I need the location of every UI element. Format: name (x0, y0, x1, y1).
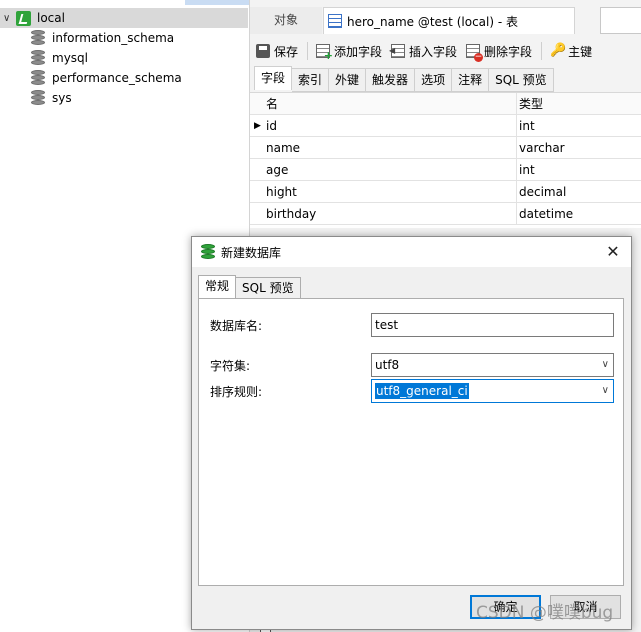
tree-item-database[interactable]: performance_schema (0, 68, 248, 88)
delete-field-button[interactable]: 删除字段 (466, 40, 532, 62)
save-button[interactable]: 保存 (256, 40, 298, 62)
charset-label: 字符集: (210, 359, 251, 373)
add-field-button[interactable]: 添加字段 (316, 40, 382, 62)
dialog-title-bar[interactable]: 新建数据库 ✕ (192, 237, 631, 267)
primary-key-button[interactable]: 🔑 主键 (550, 40, 592, 62)
toolbar-separator (541, 42, 543, 60)
insert-field-icon (389, 44, 406, 58)
chevron-down-icon[interactable]: ∨ (602, 354, 609, 376)
tab-triggers[interactable]: 触发器 (366, 68, 416, 92)
database-icon (31, 50, 45, 66)
charset-value: utf8 (375, 358, 400, 372)
primary-key-label: 主键 (568, 44, 593, 59)
dialog-general-panel: 数据库名: test 字符集: utf8 ∨ 排序规则: utf8_genera… (198, 298, 624, 586)
app-window: ∨ local information_schema mysql perform… (0, 0, 641, 632)
fields-grid: 名 类型 ▶ id int name varchar age int hight (250, 92, 641, 228)
dialog-title: 新建数据库 (221, 245, 282, 260)
watermark-text: CSDN @噗噗bug (476, 603, 614, 623)
table-row[interactable]: birthday datetime (250, 202, 641, 225)
field-name-cell[interactable]: age (265, 163, 516, 177)
field-name-cell[interactable]: birthday (265, 207, 516, 221)
tree-top-strip (185, 0, 253, 5)
toolbar-separator (307, 42, 309, 60)
table-row[interactable]: hight decimal (250, 180, 641, 203)
field-type-cell[interactable]: varchar (516, 136, 565, 159)
table-row[interactable]: name varchar (250, 136, 641, 159)
tree-item-database[interactable]: mysql (0, 48, 248, 68)
grid-header-row: 名 类型 (250, 92, 641, 115)
table-icon (328, 14, 342, 28)
editor-tab-bar: 对象 hero_name @test (local) - 表 (250, 7, 641, 34)
tab-sql-preview[interactable]: SQL 预览 (236, 277, 301, 299)
collation-value: utf8_general_ci (375, 383, 469, 399)
database-name-input[interactable]: test (371, 313, 614, 337)
database-icon (31, 30, 45, 46)
current-row-marker-icon: ▶ (254, 120, 261, 131)
field-type-cell[interactable]: decimal (516, 180, 566, 203)
database-icon (31, 90, 45, 106)
chevron-down-icon[interactable]: ∨ (602, 380, 609, 402)
add-field-icon (316, 44, 333, 62)
field-name-cell[interactable]: name (265, 141, 516, 155)
editor-toolbar: 保存 添加字段 插入字段 删除字段 🔑 主键 (250, 38, 641, 64)
database-name-label: 数据库名: (210, 319, 263, 333)
chevron-down-icon[interactable]: ∨ (0, 13, 14, 24)
tab-table-design[interactable]: hero_name @test (local) - 表 (323, 7, 575, 34)
insert-field-label: 插入字段 (409, 44, 458, 59)
field-type-cell[interactable]: datetime (516, 202, 573, 225)
save-icon (256, 44, 270, 58)
tab-table-design-label: hero_name @test (local) - 表 (347, 14, 518, 29)
connection-label: local (37, 11, 65, 25)
design-subtabs: 字段 索引 外键 触发器 选项 注释 SQL 预览 (250, 66, 641, 92)
tab-indexes[interactable]: 索引 (292, 68, 330, 92)
table-row[interactable]: ▶ id int (250, 114, 641, 137)
field-type-cell[interactable]: int (516, 114, 535, 137)
delete-field-icon (466, 44, 484, 62)
column-header-type[interactable]: 类型 (516, 92, 543, 115)
field-type-cell[interactable]: int (516, 158, 535, 181)
close-icon[interactable]: ✕ (603, 242, 623, 262)
tab-comment[interactable]: 注释 (452, 68, 490, 92)
database-icon (201, 244, 215, 260)
tree-item-database[interactable]: information_schema (0, 28, 248, 48)
table-row[interactable]: age int (250, 158, 641, 181)
field-name-cell[interactable]: id (265, 119, 516, 133)
tab-objects[interactable]: 对象 (250, 7, 322, 34)
tab-general[interactable]: 常规 (198, 275, 237, 300)
dialog-tabs: 常规 SQL 预览 (198, 275, 301, 300)
tab-foreign-keys[interactable]: 外键 (329, 68, 367, 92)
database-label: information_schema (52, 31, 175, 45)
insert-field-button[interactable]: 插入字段 (389, 40, 458, 62)
tab-search-box[interactable] (600, 7, 641, 34)
tree-connection-local[interactable]: ∨ local (0, 8, 248, 28)
database-label: sys (52, 91, 72, 105)
save-label: 保存 (274, 44, 299, 59)
new-database-dialog: 新建数据库 ✕ 常规 SQL 预览 数据库名: test 字符集: utf8 ∨… (191, 236, 632, 630)
connection-icon (16, 10, 31, 26)
charset-select[interactable]: utf8 ∨ (371, 353, 614, 377)
tab-options[interactable]: 选项 (415, 68, 453, 92)
database-label: mysql (52, 51, 88, 65)
delete-field-label: 删除字段 (484, 44, 533, 59)
collation-label: 排序规则: (210, 385, 263, 399)
tab-fields[interactable]: 字段 (254, 66, 293, 90)
key-icon: 🔑 (550, 43, 567, 58)
column-header-name[interactable]: 名 (265, 95, 516, 112)
tab-sql-preview[interactable]: SQL 预览 (489, 68, 554, 92)
database-label: performance_schema (52, 71, 182, 85)
database-icon (31, 70, 45, 86)
tree-item-database[interactable]: sys (0, 88, 248, 108)
collation-select[interactable]: utf8_general_ci ∨ (371, 379, 614, 403)
field-name-cell[interactable]: hight (265, 185, 516, 199)
add-field-label: 添加字段 (334, 44, 383, 59)
